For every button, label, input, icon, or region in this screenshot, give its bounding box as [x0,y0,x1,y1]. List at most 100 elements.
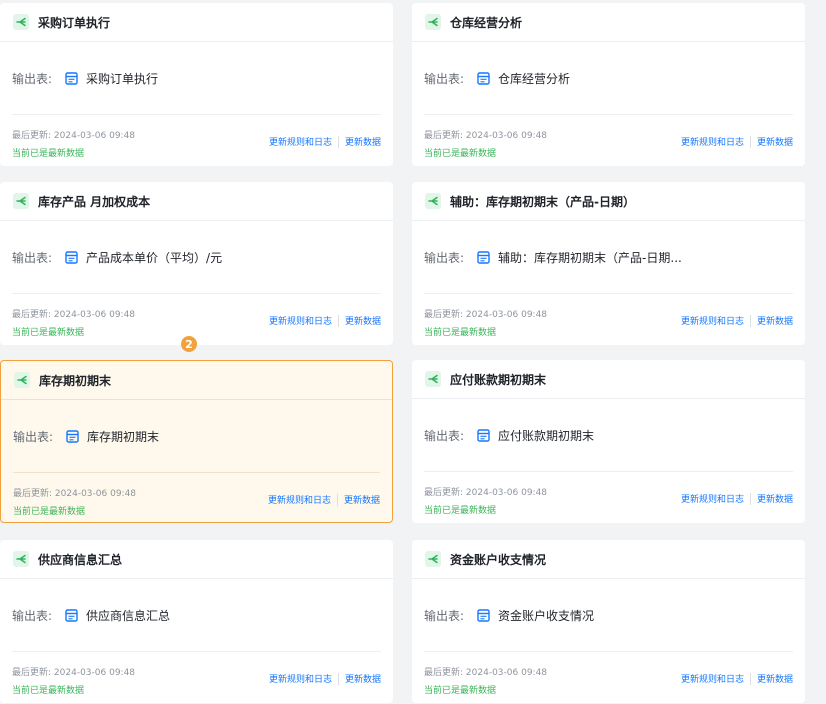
card-actions: 更新规则和日志 更新数据 [681,314,793,327]
last-updated-time: 2024-03-06 09:48 [54,489,137,499]
dataset-card[interactable]: 库存产品 月加权成本 输出表: 产品成本单价（平均）/元 最后更新: 2024-… [0,182,393,345]
last-updated: 最后更新: 2024-03-06 09:48 [12,128,135,141]
status-text: 当前已是最新数据 [424,149,497,159]
output-table-name[interactable]: 资金账户收支情况 [498,607,594,624]
update-rules-log-link[interactable]: 更新规则和日志 [269,314,332,327]
output-label: 输出表: [12,608,53,623]
card-actions: 更新规则和日志 更新数据 [268,493,380,506]
table-icon [65,71,78,85]
table-icon [477,608,490,622]
output-label: 输出表: [424,608,465,623]
card-actions: 更新规则和日志 更新数据 [269,135,381,148]
output-table-name[interactable]: 仓库经营分析 [498,70,570,87]
output-label: 输出表: [424,428,465,443]
last-updated-label: 最后更新: [424,488,464,498]
dataset-card[interactable]: 供应商信息汇总 输出表: 供应商信息汇总 最后更新: 2024-03-06 09… [0,540,393,703]
card-actions: 更新规则和日志 更新数据 [681,135,793,148]
card-header: 资金账户收支情况 [412,540,805,579]
card-header: 库存产品 月加权成本 [0,182,393,221]
update-rules-log-link[interactable]: 更新规则和日志 [681,672,744,685]
output-row: 输出表: 库存期初期末 [1,400,392,472]
status-text: 当前已是最新数据 [424,328,497,338]
flow-icon [425,371,441,387]
card-title: 采购订单执行 [38,15,111,30]
card-header: 应付账款期初期末 [412,360,805,399]
status-text: 当前已是最新数据 [13,507,86,517]
update-data-link[interactable]: 更新数据 [757,492,793,505]
output-table-name[interactable]: 库存期初期末 [87,428,159,445]
card-header: 库存期初期末 [1,361,392,400]
last-updated-label: 最后更新: [12,668,52,678]
last-updated-label: 最后更新: [13,489,53,499]
update-data-link[interactable]: 更新数据 [757,135,793,148]
card-header: 供应商信息汇总 [0,540,393,579]
dataset-card[interactable]: 辅助：库存期初期末（产品-日期） 输出表: 辅助：库存期初期末（产品-日期...… [412,182,805,345]
output-label: 输出表: [13,429,54,444]
update-data-link[interactable]: 更新数据 [345,135,381,148]
output-label: 输出表: [424,250,465,265]
update-data-link[interactable]: 更新数据 [345,314,381,327]
last-updated: 最后更新: 2024-03-06 09:48 [13,486,136,499]
card-actions: 更新规则和日志 更新数据 [269,314,381,327]
card-footer: 最后更新: 2024-03-06 09:48 当前已是最新数据 更新规则和日志 … [412,472,805,524]
card-footer: 最后更新: 2024-03-06 09:48 当前已是最新数据 更新规则和日志 … [1,473,392,525]
dataset-card[interactable]: 资金账户收支情况 输出表: 资金账户收支情况 最后更新: 2024-03-06 … [412,540,805,703]
update-rules-log-link[interactable]: 更新规则和日志 [269,135,332,148]
flow-icon [14,372,30,388]
update-data-link[interactable]: 更新数据 [757,672,793,685]
flow-icon [13,14,29,30]
dataset-card[interactable]: 仓库经营分析 输出表: 仓库经营分析 最后更新: 2024-03-06 09:4… [412,3,805,166]
last-updated: 最后更新: 2024-03-06 09:48 [424,307,547,320]
card-header: 仓库经营分析 [412,3,805,42]
table-icon [477,428,490,442]
link-separator [749,672,751,685]
last-updated: 最后更新: 2024-03-06 09:48 [424,128,547,141]
output-table-name[interactable]: 产品成本单价（平均）/元 [86,249,222,266]
card-title: 仓库经营分析 [450,15,523,30]
output-row: 输出表: 产品成本单价（平均）/元 [0,221,393,293]
flow-icon [425,551,441,567]
update-rules-log-link[interactable]: 更新规则和日志 [681,135,744,148]
output-row: 输出表: 采购订单执行 [0,42,393,114]
output-row: 输出表: 仓库经营分析 [412,42,805,114]
output-table-name[interactable]: 采购订单执行 [86,70,158,87]
flow-icon [425,193,441,209]
update-rules-log-link[interactable]: 更新规则和日志 [268,493,331,506]
card-actions: 更新规则和日志 更新数据 [681,492,793,505]
output-label: 输出表: [424,71,465,86]
last-updated-label: 最后更新: [12,131,52,141]
update-rules-log-link[interactable]: 更新规则和日志 [681,492,744,505]
card-title: 供应商信息汇总 [38,552,123,567]
dataset-card[interactable]: 应付账款期初期末 输出表: 应付账款期初期末 最后更新: 2024-03-06 … [412,360,805,523]
link-separator [336,493,338,506]
update-rules-log-link[interactable]: 更新规则和日志 [681,314,744,327]
link-separator [337,135,339,148]
dataset-card[interactable]: 库存期初期末 输出表: 库存期初期末 最后更新: 2024-03-06 09:4… [0,360,393,523]
update-data-link[interactable]: 更新数据 [345,672,381,685]
card-footer: 最后更新: 2024-03-06 09:48 当前已是最新数据 更新规则和日志 … [412,294,805,346]
update-data-link[interactable]: 更新数据 [344,493,380,506]
table-icon [477,71,490,85]
output-row: 输出表: 供应商信息汇总 [0,579,393,651]
table-icon [66,429,79,443]
update-rules-log-link[interactable]: 更新规则和日志 [269,672,332,685]
status-text: 当前已是最新数据 [424,686,497,696]
last-updated-label: 最后更新: [424,668,464,678]
update-data-link[interactable]: 更新数据 [757,314,793,327]
last-updated-time: 2024-03-06 09:48 [53,131,136,141]
status-text: 当前已是最新数据 [424,506,497,516]
status-text: 当前已是最新数据 [12,149,85,159]
last-updated-time: 2024-03-06 09:48 [465,310,548,320]
output-row: 输出表: 资金账户收支情况 [412,579,805,651]
table-icon [477,250,490,264]
output-table-name[interactable]: 供应商信息汇总 [86,607,170,624]
output-table-name[interactable]: 应付账款期初期末 [498,427,594,444]
dataset-card[interactable]: 采购订单执行 输出表: 采购订单执行 最后更新: 2024-03-06 09:4… [0,3,393,166]
step-badge: 2 [181,336,197,352]
card-title: 库存产品 月加权成本 [38,194,151,209]
card-footer: 最后更新: 2024-03-06 09:48 当前已是最新数据 更新规则和日志 … [412,115,805,167]
status-text: 当前已是最新数据 [12,328,85,338]
flow-icon [13,193,29,209]
flow-icon [425,14,441,30]
output-table-name[interactable]: 辅助：库存期初期末（产品-日期... [498,249,682,266]
